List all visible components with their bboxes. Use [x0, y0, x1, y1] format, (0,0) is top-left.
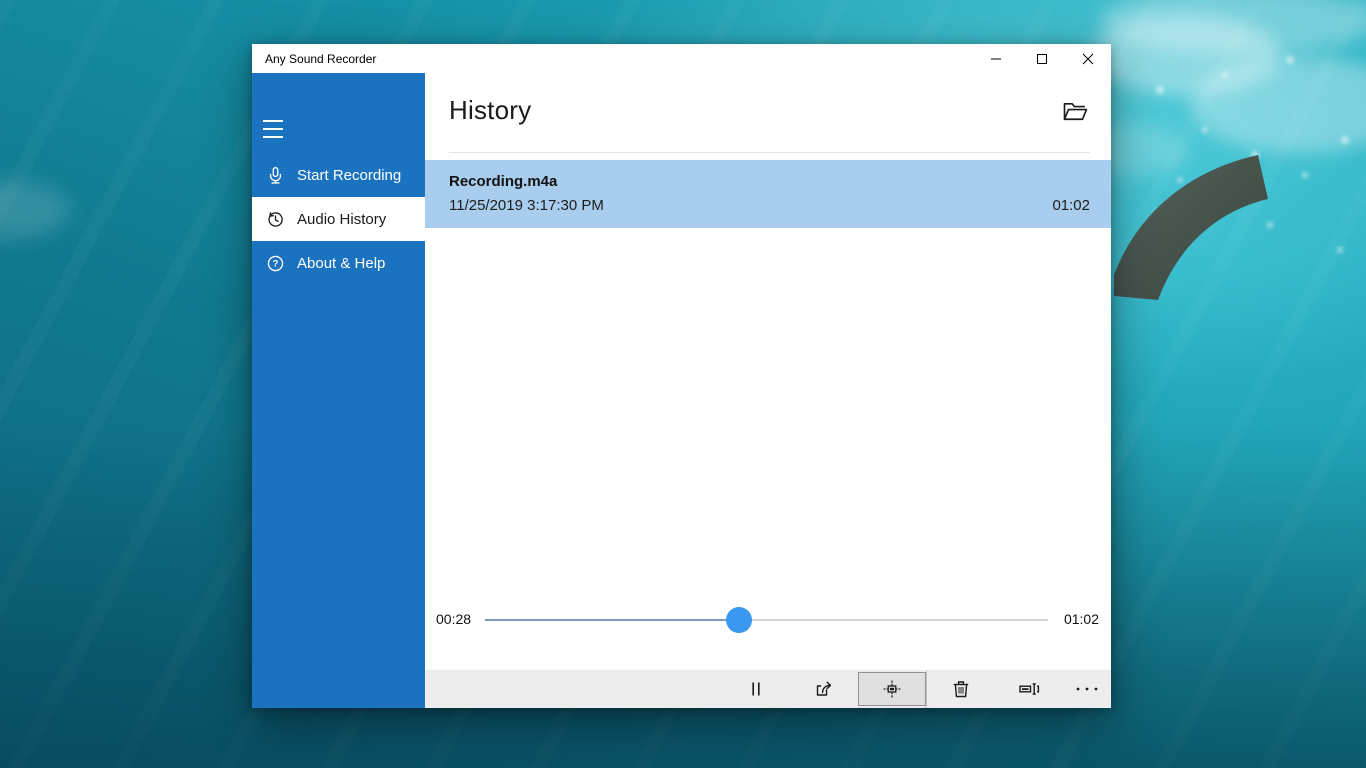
- app-window: Any Sound Recorder: [252, 44, 1111, 708]
- minimize-icon: [990, 53, 1002, 65]
- main-pane: History Recording.m4a 11/25/2019 3:17:30…: [425, 73, 1111, 708]
- rename-button[interactable]: [995, 670, 1063, 708]
- caption-buttons: [973, 44, 1111, 73]
- open-folder-button[interactable]: [1053, 91, 1097, 131]
- trash-icon: [951, 679, 971, 699]
- close-button[interactable]: [1065, 44, 1111, 73]
- rename-icon: [1018, 679, 1040, 699]
- sidebar-item-start-recording[interactable]: Start Recording: [252, 153, 425, 197]
- share-icon: [814, 679, 834, 699]
- sidebar-item-label: About & Help: [297, 255, 385, 272]
- sidebar-item-label: Audio History: [297, 211, 386, 228]
- seek-slider-fill: [485, 619, 739, 621]
- elapsed-time: 00:28: [436, 611, 471, 627]
- bottom-toolbar: [425, 670, 1111, 708]
- minimize-button[interactable]: [973, 44, 1019, 73]
- seek-slider-thumb[interactable]: [726, 607, 752, 633]
- title-bar[interactable]: Any Sound Recorder: [252, 44, 1111, 73]
- close-icon: [1082, 53, 1094, 65]
- sidebar-item-about-help[interactable]: ? About & Help: [252, 241, 425, 285]
- maximize-button[interactable]: [1019, 44, 1065, 73]
- pause-icon: [746, 679, 766, 699]
- svg-text:?: ?: [272, 258, 278, 269]
- hamburger-icon: [263, 120, 283, 122]
- microphone-icon: [265, 165, 285, 185]
- help-icon: ?: [265, 253, 285, 273]
- maximize-icon: [1036, 53, 1048, 65]
- share-button[interactable]: [790, 670, 858, 708]
- playback-bar: 00:28 01:02: [425, 604, 1111, 636]
- seek-slider[interactable]: [485, 619, 1048, 621]
- history-icon: [265, 209, 285, 229]
- trim-icon: [882, 679, 902, 699]
- recording-datetime: 11/25/2019 3:17:30 PM: [449, 197, 604, 214]
- menu-button[interactable]: [257, 113, 291, 145]
- sidebar-item-audio-history[interactable]: Audio History: [252, 197, 425, 241]
- trim-button[interactable]: [858, 672, 926, 706]
- window-title: Any Sound Recorder: [252, 52, 376, 66]
- ellipsis-icon: [1075, 679, 1099, 699]
- sidebar: Start Recording Audio History: [252, 73, 425, 708]
- header-divider: [449, 152, 1090, 153]
- recording-duration: 01:02: [1052, 197, 1090, 214]
- pause-button[interactable]: [722, 670, 790, 708]
- recording-list-item[interactable]: Recording.m4a 11/25/2019 3:17:30 PM 01:0…: [425, 160, 1111, 228]
- total-time: 01:02: [1064, 611, 1099, 627]
- fish-fin: [1114, 155, 1268, 300]
- open-folder-icon: [1062, 100, 1089, 122]
- sidebar-nav: Start Recording Audio History: [252, 153, 425, 285]
- page-title: History: [449, 95, 531, 126]
- desktop-wallpaper: Any Sound Recorder: [0, 0, 1366, 768]
- more-button[interactable]: [1063, 670, 1111, 708]
- sidebar-item-label: Start Recording: [297, 167, 401, 184]
- delete-button[interactable]: [927, 670, 995, 708]
- recording-name: Recording.m4a: [449, 173, 1090, 190]
